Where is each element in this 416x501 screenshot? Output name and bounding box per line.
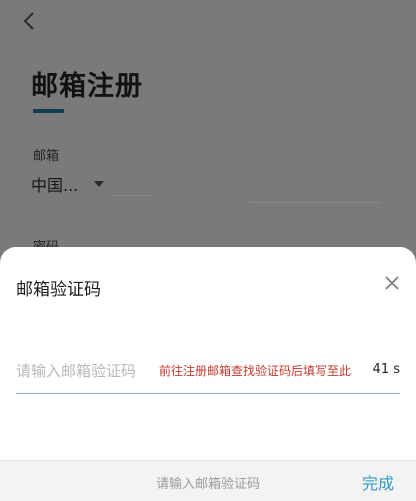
close-icon — [385, 276, 399, 290]
country-select[interactable]: 中国... — [31, 172, 105, 196]
country-value: 中国... — [31, 176, 79, 195]
back-button[interactable] — [18, 10, 40, 32]
email-code-input[interactable] — [16, 359, 156, 383]
done-button[interactable]: 完成 — [362, 470, 394, 494]
title-underline — [33, 109, 64, 113]
back-arrow-icon — [23, 12, 34, 30]
countdown-timer: 41 s — [372, 362, 400, 377]
accessory-placeholder: 请输入邮箱验证码 — [155, 477, 260, 492]
sheet-title: 邮箱验证码 — [16, 280, 101, 300]
code-input-underline — [16, 393, 400, 394]
close-button[interactable] — [380, 271, 404, 295]
email-input-underline — [250, 202, 380, 203]
country-underline — [112, 195, 152, 196]
caret-down-icon — [94, 181, 105, 187]
email-label: 邮箱 — [33, 149, 60, 164]
hint-text: 前往注册邮箱查找验证码后填写至此 — [159, 364, 352, 378]
code-row: 前往注册邮箱查找验证码后填写至此 41 s — [16, 359, 400, 383]
page-title: 邮箱注册 — [31, 71, 143, 102]
keyboard-accessory-bar: 请输入邮箱验证码 完成 — [0, 460, 416, 501]
